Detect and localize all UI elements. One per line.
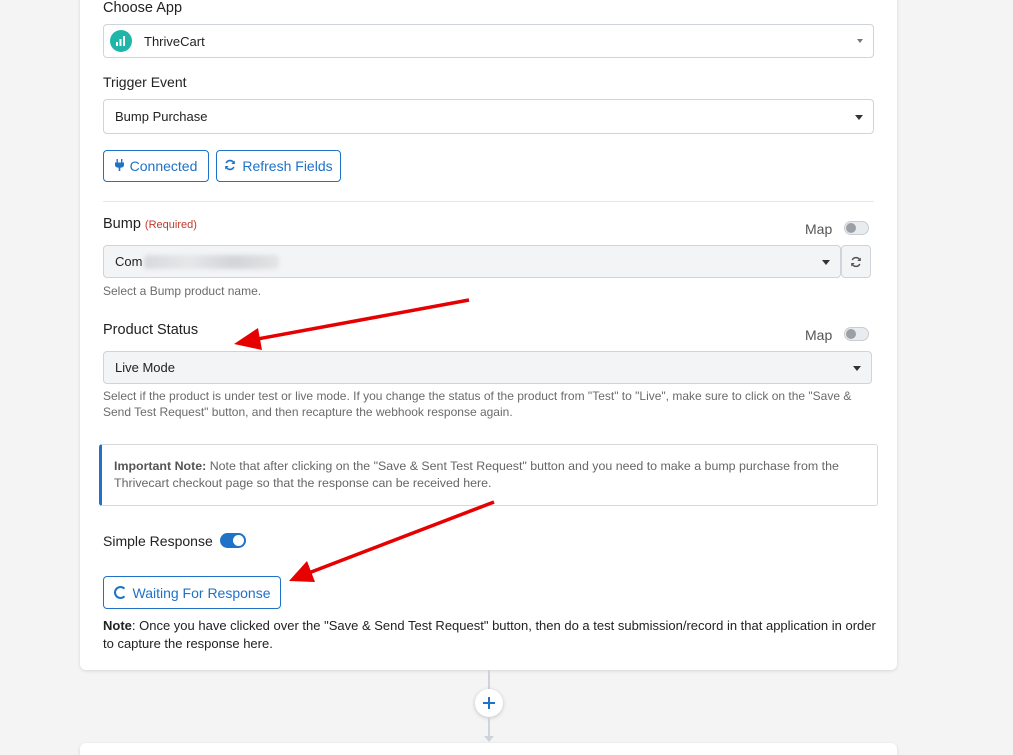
annotation-arrows (234, 298, 495, 582)
red-arrow-icon (234, 298, 470, 350)
red-arrow-icon (289, 500, 495, 582)
